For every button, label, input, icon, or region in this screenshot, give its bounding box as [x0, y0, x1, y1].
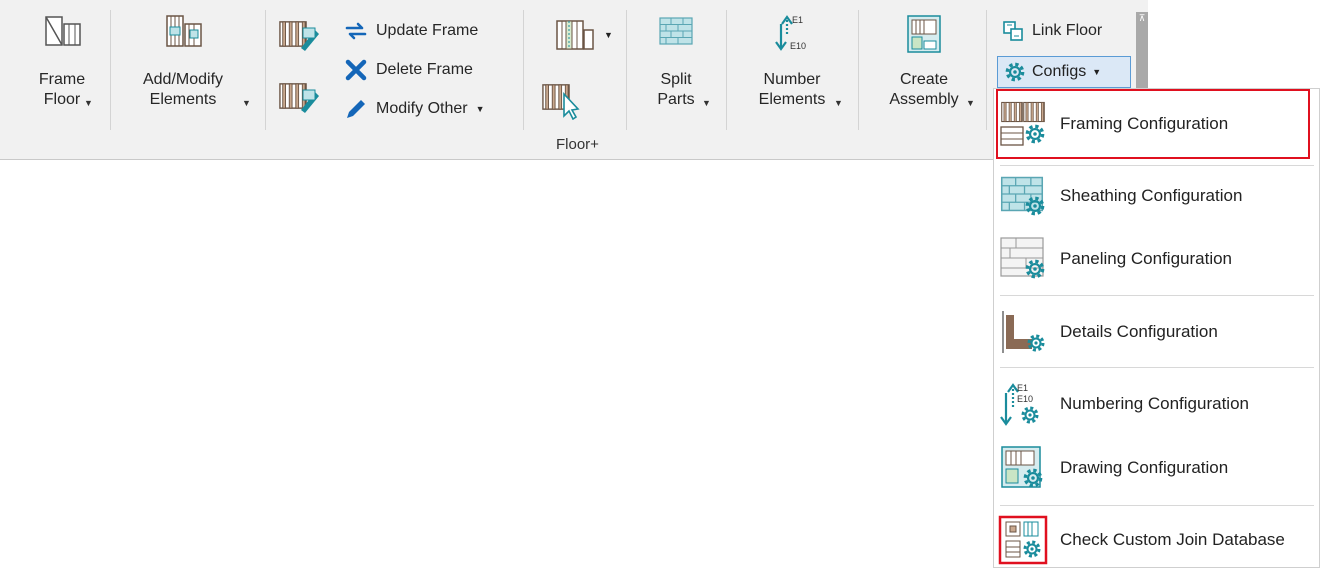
ribbon-divider [858, 10, 859, 130]
delete-frame-label: Delete Frame [376, 61, 473, 78]
ribbon-panel: Frame Floor ▼ Add/Modify Elements ▼ Upda… [0, 0, 1148, 160]
number-icon-top-text: E1 [792, 15, 803, 25]
create-assembly-label-2: Assembly [889, 91, 959, 108]
configs-dropdown-button[interactable]: Configs ▼ [997, 56, 1131, 88]
add-modify-label-1: Add/Modify [142, 71, 224, 88]
chevron-down-icon: ▼ [702, 98, 711, 108]
chevron-down-icon: ▼ [966, 98, 975, 108]
delete-x-icon [345, 59, 367, 81]
frame-floor-label-1: Frame [38, 71, 86, 88]
details-config-icon [1002, 311, 1045, 353]
select-studs-icon[interactable] [540, 80, 580, 120]
frame-floor-button[interactable]: Frame Floor ▼ [22, 14, 102, 110]
menu-separator [1000, 505, 1314, 506]
pencil-icon [347, 100, 365, 118]
add-modify-elements-button[interactable]: Add/Modify Elements ▼ [128, 14, 251, 110]
configs-dropdown-menu: Framing Configuration Sheathing Configur… [993, 88, 1320, 568]
menu-item-label: Paneling Configuration [1060, 249, 1233, 268]
refresh-arrows-icon [345, 22, 367, 40]
link-floor-label: Link Floor [1032, 22, 1103, 39]
modify-frame-large-icon[interactable] [277, 80, 321, 114]
number-elements-label-2: Elements [758, 91, 826, 108]
chevron-down-icon: ▼ [604, 30, 613, 40]
gear-icon [1004, 61, 1026, 83]
ribbon-divider [110, 10, 111, 130]
selection-highlight-box [996, 89, 1310, 159]
floor-plus-dropdown-button[interactable]: ▼ [540, 18, 613, 52]
modify-other-label: Modify Other [376, 100, 468, 117]
create-assembly-icon [907, 15, 941, 53]
menu-separator [1000, 367, 1314, 368]
split-parts-label-1: Split [660, 71, 692, 88]
chevron-down-icon: ▼ [475, 104, 485, 114]
menu-item-label: Sheathing Configuration [1060, 186, 1243, 205]
link-floor-button[interactable]: Link Floor [1002, 16, 1102, 46]
menu-item-label: Numbering Configuration [1060, 394, 1249, 413]
numbering-icon-top-text: E1 [1017, 383, 1028, 393]
menu-item-numbering-configuration[interactable]: E1 E10 Numbering Configuration [998, 373, 1314, 435]
ribbon-divider [986, 10, 987, 130]
add-modify-label-2: Elements [149, 91, 217, 108]
chevron-down-icon: ▼ [84, 98, 93, 108]
menu-item-drawing-configuration[interactable]: Drawing Configuration [998, 437, 1314, 499]
menu-item-paneling-configuration[interactable]: Paneling Configuration [998, 228, 1314, 290]
menu-item-label: Drawing Configuration [1060, 458, 1229, 477]
numbering-config-icon: E1 E10 [1000, 383, 1039, 426]
ribbon-divider [523, 10, 524, 130]
create-assembly-button[interactable]: Create Assembly ▼ [872, 14, 976, 110]
number-elements-button[interactable]: E1 E10 Number Elements ▼ [740, 14, 844, 110]
split-parts-button[interactable]: Split Parts ▼ [640, 14, 712, 110]
update-frame-button[interactable]: Update Frame [344, 16, 478, 46]
create-assembly-label-1: Create [899, 71, 949, 88]
update-frame-label: Update Frame [376, 22, 479, 39]
group-label-floor-plus: Floor+ [556, 136, 599, 153]
check-join-db-icon [998, 515, 1048, 565]
menu-separator [1000, 295, 1314, 296]
numbering-arrows-icon: E1 E10 [775, 15, 806, 51]
drawing-config-icon [1001, 446, 1043, 488]
numbering-icon-bottom-text: E10 [1017, 394, 1033, 404]
menu-item-label: Details Configuration [1060, 322, 1218, 341]
update-frame-large-icon[interactable] [277, 18, 321, 52]
paneling-config-icon [1000, 237, 1045, 279]
sheathing-config-icon [1000, 176, 1045, 216]
menu-item-details-configuration[interactable]: Details Configuration [998, 301, 1314, 363]
menu-item-sheathing-configuration[interactable]: Sheathing Configuration [998, 165, 1314, 227]
menu-item-label: Check Custom Join Database [1060, 530, 1285, 549]
modify-other-button[interactable]: Modify Other ▼ [344, 94, 485, 124]
add-modify-elements-icon [166, 15, 202, 47]
delete-frame-button[interactable]: Delete Frame [344, 55, 473, 85]
ribbon-divider [265, 10, 266, 130]
split-parts-icon [659, 17, 693, 45]
number-elements-label-1: Number [763, 71, 821, 88]
chevron-down-icon: ▼ [834, 98, 843, 108]
configs-label: Configs [1032, 63, 1087, 80]
number-icon-bottom-text: E10 [790, 41, 806, 51]
collapse-arrow-icon: ⊼ [1138, 13, 1146, 23]
link-floor-icon [1003, 21, 1023, 41]
floor-studs-icon [556, 20, 594, 50]
frame-floor-icon [45, 16, 81, 46]
chevron-down-icon: ▼ [1092, 67, 1102, 77]
ribbon-divider [726, 10, 727, 130]
chevron-down-icon: ▼ [242, 98, 251, 108]
ribbon-divider [626, 10, 627, 130]
menu-item-check-custom-join-database[interactable]: Check Custom Join Database [998, 509, 1314, 571]
